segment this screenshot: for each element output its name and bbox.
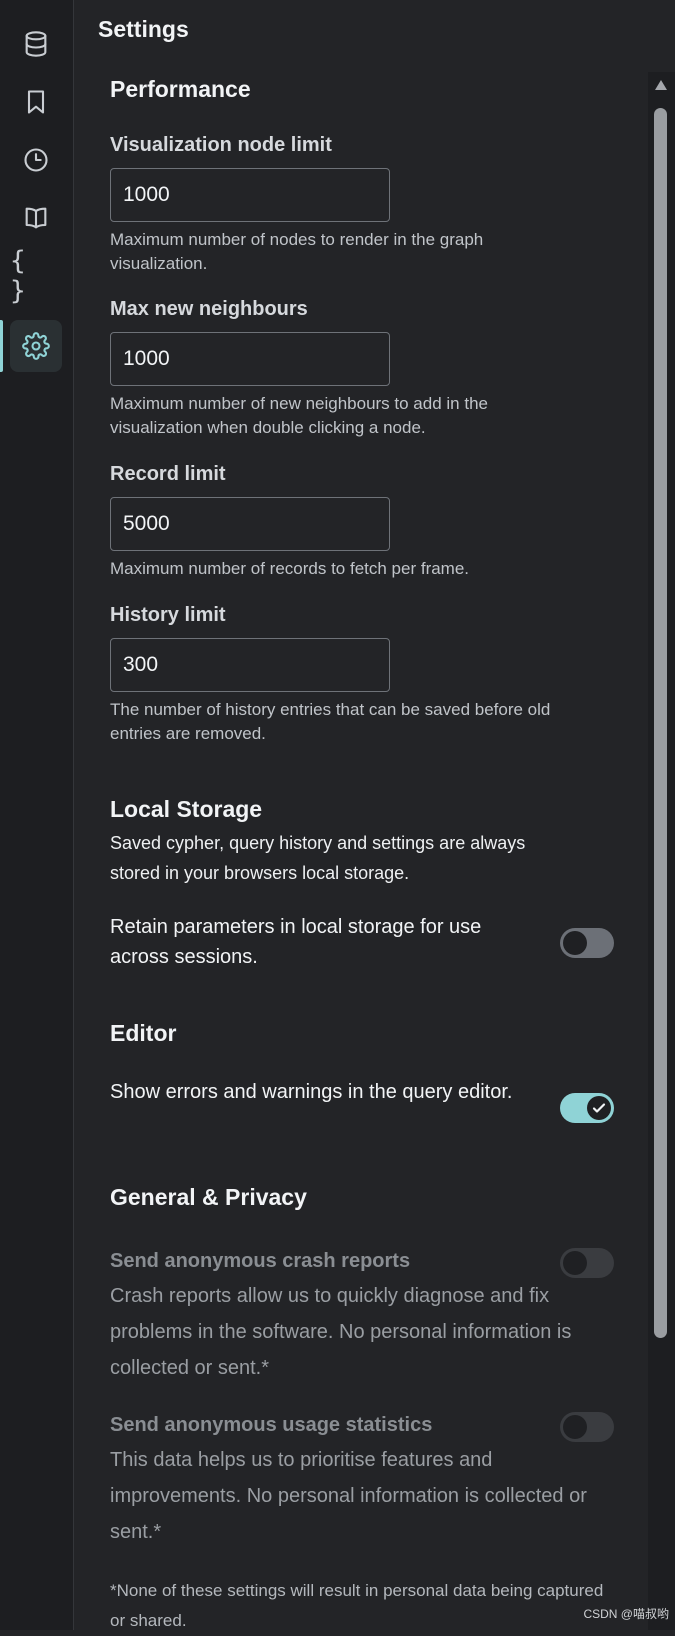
sidebar-item-database[interactable] xyxy=(10,18,62,70)
sidebar-item-settings[interactable] xyxy=(10,320,62,372)
section-title-local-storage: Local Storage xyxy=(110,796,263,822)
crash-reports-label: Send anonymous crash reports xyxy=(110,1250,411,1272)
sidebar-rail: { } xyxy=(0,0,74,1630)
retain-params-toggle[interactable] xyxy=(560,928,614,958)
toggle-knob xyxy=(563,1251,587,1275)
usage-stats-toggle[interactable] xyxy=(560,1412,614,1442)
record-limit-input[interactable] xyxy=(110,497,390,551)
max-neighbours-input[interactable] xyxy=(110,332,390,386)
database-icon xyxy=(25,31,47,57)
history-limit-input[interactable] xyxy=(110,638,390,692)
sidebar-item-guides[interactable] xyxy=(10,192,62,244)
section-title-general-privacy: General & Privacy xyxy=(110,1184,307,1210)
braces-icon: { } xyxy=(10,246,28,306)
show-errors-label: Show errors and warnings in the query ed… xyxy=(110,1081,513,1103)
record-limit-help: Maximum number of records to fetch per f… xyxy=(110,559,470,578)
book-icon xyxy=(25,207,47,229)
show-errors-toggle[interactable] xyxy=(560,1093,614,1123)
section-title-editor: Editor xyxy=(110,1020,177,1046)
check-icon xyxy=(592,1103,606,1113)
max-neighbours-label: Max new neighbours xyxy=(110,298,308,320)
usage-stats-label: Send anonymous usage statistics xyxy=(110,1414,433,1436)
sidebar-item-history[interactable] xyxy=(10,134,62,186)
bookmark-icon xyxy=(27,90,45,114)
scrollbar-thumb[interactable] xyxy=(654,108,667,1338)
scroll-up-arrow-icon[interactable] xyxy=(655,80,667,90)
history-limit-label: History limit xyxy=(110,604,226,626)
retain-params-label: Retain parameters in local storage for u… xyxy=(110,916,482,968)
history-limit-help: The number of history entries that can b… xyxy=(110,700,551,743)
usage-stats-description: This data helps us to prioritise feature… xyxy=(110,1449,587,1543)
privacy-footnote: *None of these settings will result in p… xyxy=(110,1581,604,1630)
local-storage-description: Saved cypher, query history and settings… xyxy=(110,833,526,883)
node-limit-help: Maximum number of nodes to render in the… xyxy=(110,230,484,273)
toggle-knob xyxy=(587,1096,611,1120)
toggle-knob xyxy=(563,931,587,955)
section-title-performance: Performance xyxy=(110,76,251,102)
node-limit-label: Visualization node limit xyxy=(110,134,332,156)
node-limit-input[interactable] xyxy=(110,168,390,222)
sidebar-item-cypher[interactable]: { } xyxy=(10,246,62,306)
crash-reports-description: Crash reports allow us to quickly diagno… xyxy=(110,1285,572,1379)
sidebar-item-favorites[interactable] xyxy=(10,76,62,128)
gear-icon xyxy=(22,332,50,360)
toggle-knob xyxy=(563,1415,587,1439)
watermark: CSDN @喵叔哟 xyxy=(583,1607,669,1621)
scrollbar[interactable] xyxy=(648,72,675,1630)
max-neighbours-help: Maximum number of new neighbours to add … xyxy=(110,394,488,437)
active-indicator xyxy=(0,320,3,372)
history-icon xyxy=(24,148,48,172)
drawer-title: Settings xyxy=(98,16,189,42)
record-limit-label: Record limit xyxy=(110,463,226,485)
crash-reports-toggle[interactable] xyxy=(560,1248,614,1278)
